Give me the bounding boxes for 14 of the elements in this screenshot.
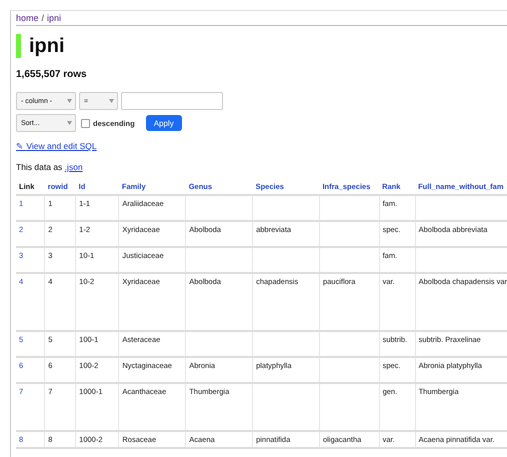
json-link[interactable]: .json [64, 162, 83, 172]
edit-sql-link[interactable]: ✎ View and edit SQL [16, 141, 97, 151]
caret-icon [67, 99, 72, 103]
descending-checkbox[interactable] [81, 118, 90, 128]
breadcrumb-separator: / [42, 13, 44, 23]
export-text: This data as .json [16, 162, 84, 172]
caret-icon [109, 99, 114, 103]
row-count: 1,655,507 rows [16, 69, 88, 80]
breadcrumb-link[interactable]: home [16, 13, 39, 23]
filter-value-field[interactable] [121, 92, 223, 110]
apply-button[interactable]: Apply [146, 115, 182, 131]
caret-icon [67, 121, 72, 125]
breadcrumb-link[interactable]: ipni [47, 13, 62, 23]
page-title: ipni [16, 34, 507, 58]
